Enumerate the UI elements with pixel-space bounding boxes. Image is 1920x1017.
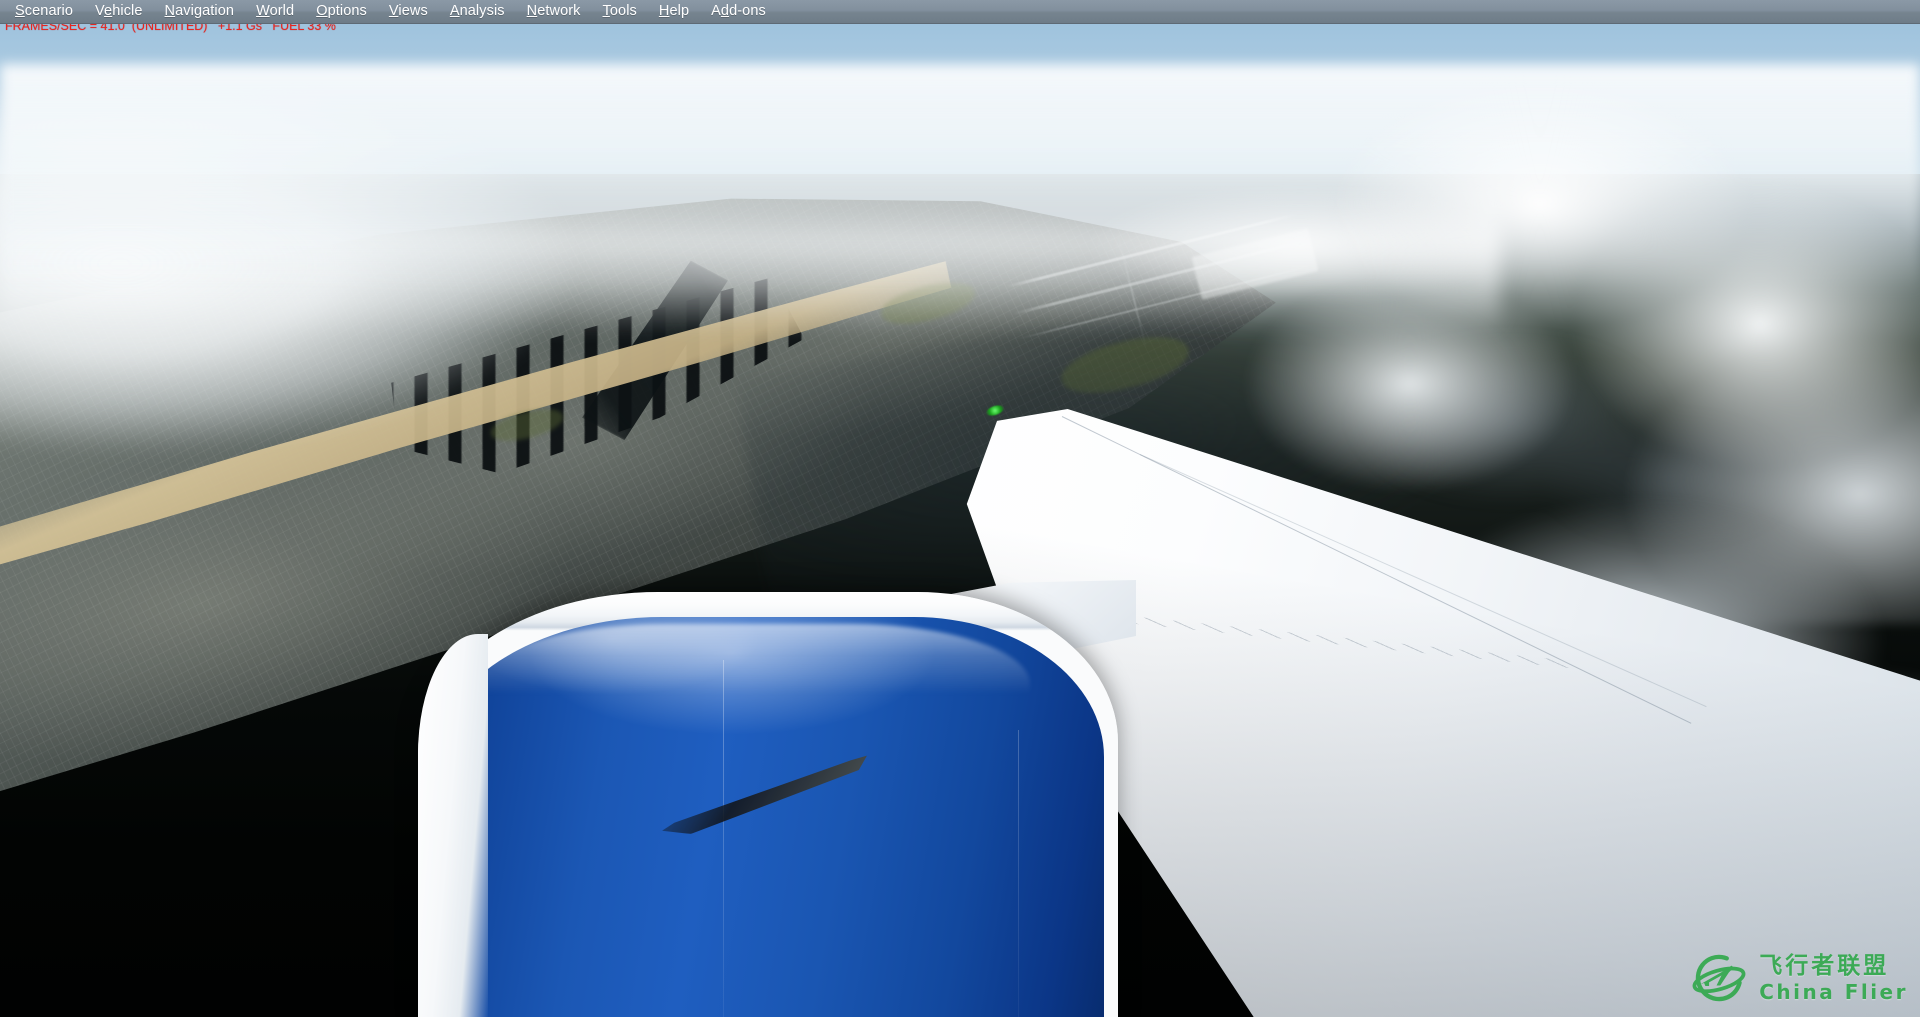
menu-help[interactable]: Help — [648, 1, 700, 22]
cowling-seam — [1018, 730, 1019, 1017]
menu-options[interactable]: Options — [305, 1, 378, 22]
cowling-seam — [723, 660, 724, 1017]
menu-vehicle[interactable]: Vehicle — [84, 1, 153, 22]
menu-tools[interactable]: Tools — [592, 1, 648, 22]
cowling-inlet-lip — [418, 634, 488, 1017]
menu-analysis[interactable]: Analysis — [439, 1, 516, 22]
menu-scenario[interactable]: Scenario — [4, 1, 84, 22]
menu-navigation[interactable]: Navigation — [154, 1, 246, 22]
menu-views[interactable]: Views — [378, 1, 439, 22]
menu-bar: Scenario Vehicle Navigation World Option… — [0, 0, 1920, 24]
menu-world[interactable]: World — [245, 1, 305, 22]
menu-addons[interactable]: Add-ons — [700, 1, 777, 22]
flight-simulator-window: Scenario Vehicle Navigation World Option… — [0, 0, 1920, 1017]
simulator-viewport[interactable] — [0, 24, 1920, 1017]
menu-network[interactable]: Network — [516, 1, 592, 22]
